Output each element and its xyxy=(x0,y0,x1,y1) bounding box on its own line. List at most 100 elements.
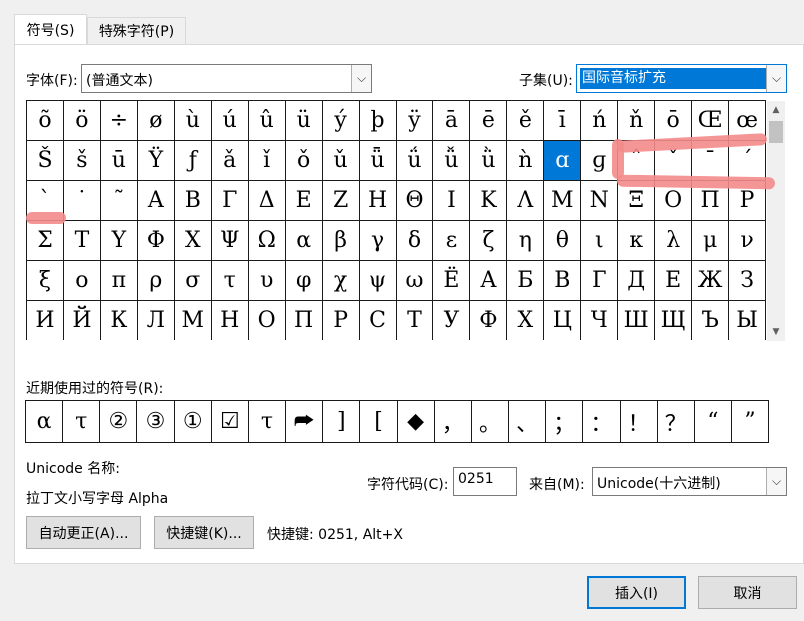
symbol-cell[interactable]: Λ xyxy=(507,181,545,221)
recent-symbol-cell[interactable]: ] xyxy=(323,401,361,442)
recent-symbol-cell[interactable]: “ xyxy=(695,401,732,442)
symbol-cell[interactable]: û xyxy=(248,101,286,141)
symbol-cell[interactable]: Ν xyxy=(581,181,619,221)
symbol-cell[interactable]: П xyxy=(286,301,323,340)
symbol-cell[interactable]: ξ xyxy=(27,261,64,301)
recent-symbol-cell[interactable]: ② xyxy=(100,401,138,442)
symbol-cell[interactable]: ǒ xyxy=(285,141,323,181)
insert-button[interactable]: 插入(I) xyxy=(587,576,686,609)
symbol-cell[interactable]: Ω xyxy=(248,221,286,261)
symbol-cell[interactable]: ζ xyxy=(470,221,508,261)
symbol-cell[interactable]: Л xyxy=(138,301,175,340)
symbol-cell[interactable]: β xyxy=(322,221,360,261)
tab-special-characters[interactable]: 特殊字符(P) xyxy=(87,17,186,44)
symbol-cell[interactable]: Μ xyxy=(544,181,582,221)
symbol-cell[interactable]: Р xyxy=(323,301,360,340)
symbol-cell[interactable]: Χ xyxy=(174,221,212,261)
symbol-cell[interactable]: Α xyxy=(137,181,175,221)
symbol-cell[interactable]: Е xyxy=(655,261,693,301)
recent-symbol-cell[interactable]: ” xyxy=(732,401,768,442)
recent-symbol-cell[interactable]: ？ xyxy=(658,401,695,442)
symbol-cell[interactable]: Х xyxy=(507,301,545,340)
symbol-cell[interactable]: ù xyxy=(174,101,212,141)
recent-symbol-cell[interactable]: ： xyxy=(583,401,621,442)
symbol-cell[interactable]: Ε xyxy=(285,181,323,221)
chevron-down-icon[interactable]: ⌵ xyxy=(766,468,786,495)
recent-symbol-cell[interactable]: ① xyxy=(175,401,212,442)
recent-symbol-cell[interactable]: 、 xyxy=(509,401,547,442)
symbol-cell[interactable]: В xyxy=(544,261,582,301)
symbol-cell[interactable]: ý xyxy=(322,101,360,141)
recent-symbol-cell[interactable]: τ xyxy=(63,401,101,442)
recent-symbol-cell[interactable]: ； xyxy=(546,401,584,442)
symbol-cell[interactable]: А xyxy=(470,261,508,301)
symbol-cell[interactable]: Υ xyxy=(100,221,138,261)
symbol-cell[interactable]: ō xyxy=(655,101,693,141)
symbol-cell[interactable]: ψ xyxy=(359,261,397,301)
symbol-cell[interactable]: У xyxy=(433,301,471,340)
symbol-cell[interactable]: μ xyxy=(692,221,730,261)
shortcut-key-button[interactable]: 快捷键(K)... xyxy=(154,516,254,549)
symbol-cell[interactable]: ǚ xyxy=(433,141,471,181)
symbol-cell[interactable]: π xyxy=(100,261,138,301)
symbol-cell[interactable]: М xyxy=(175,301,212,340)
scroll-up-icon[interactable]: ▲ xyxy=(767,101,785,119)
symbol-cell[interactable]: ī xyxy=(544,101,582,141)
symbol-cell[interactable]: λ xyxy=(655,221,693,261)
from-select[interactable]: Unicode(十六进制) ⌵ xyxy=(592,467,787,496)
tab-symbols[interactable]: 符号(S) xyxy=(14,14,87,45)
symbol-cell[interactable]: δ xyxy=(396,221,434,261)
symbol-cell[interactable]: Ψ xyxy=(211,221,249,261)
symbol-cell[interactable]: Б xyxy=(507,261,545,301)
symbol-cell[interactable]: ƒ xyxy=(174,141,212,181)
recent-symbol-cell[interactable]: ③ xyxy=(137,401,175,442)
recent-symbol-cell[interactable]: 。 xyxy=(472,401,510,442)
symbol-cell[interactable]: ǘ xyxy=(396,141,434,181)
recent-symbol-cell[interactable]: ☑ xyxy=(212,401,249,442)
symbol-cell[interactable]: θ xyxy=(544,221,582,261)
symbol-cell[interactable]: Σ xyxy=(27,221,64,261)
symbol-cell[interactable]: ø xyxy=(137,101,175,141)
symbol-cell[interactable]: α xyxy=(285,221,323,261)
symbol-cell[interactable]: К xyxy=(101,301,138,340)
symbol-cell[interactable]: Ф xyxy=(470,301,508,340)
symbol-cell[interactable]: С xyxy=(360,301,397,340)
symbol-cell[interactable]: þ xyxy=(359,101,397,141)
font-select[interactable]: (普通文本) ⌵ xyxy=(81,64,372,93)
symbol-cell[interactable]: ε xyxy=(433,221,471,261)
symbol-cell[interactable]: Θ xyxy=(396,181,434,221)
symbol-cell[interactable]: Β xyxy=(174,181,212,221)
symbol-cell[interactable]: ǹ xyxy=(507,141,545,181)
symbol-cell[interactable]: ǜ xyxy=(470,141,508,181)
symbol-cell[interactable]: Ч xyxy=(581,301,619,340)
symbol-cell[interactable]: ρ xyxy=(137,261,175,301)
symbol-cell[interactable]: Ι xyxy=(433,181,471,221)
symbol-cell[interactable]: κ xyxy=(618,221,656,261)
symbol-cell[interactable]: ÿ xyxy=(396,101,434,141)
symbol-cell[interactable]: ǔ xyxy=(322,141,360,181)
symbol-cell[interactable]: Ц xyxy=(544,301,582,340)
symbol-cell[interactable]: ň xyxy=(618,101,656,141)
symbol-cell[interactable]: Γ xyxy=(211,181,249,221)
autocorrect-button[interactable]: 自动更正(A)... xyxy=(26,516,141,549)
symbol-cell[interactable]: Ъ xyxy=(692,301,730,340)
symbol-cell[interactable]: υ xyxy=(248,261,286,301)
symbol-cell[interactable]: õ xyxy=(27,101,64,141)
symbol-cell[interactable]: Τ xyxy=(63,221,101,261)
symbol-cell[interactable]: З xyxy=(729,261,766,301)
symbol-cell[interactable]: ˙ xyxy=(63,181,101,221)
symbol-cell[interactable]: ι xyxy=(581,221,619,261)
cancel-button[interactable]: 取消 xyxy=(698,576,797,609)
chevron-down-icon[interactable]: ⌵ xyxy=(351,65,371,92)
recent-symbol-cell[interactable]: ◆ xyxy=(398,401,435,442)
symbol-cell[interactable]: ā xyxy=(433,101,471,141)
symbol-cell[interactable]: О xyxy=(249,301,286,340)
symbol-cell[interactable]: ǐ xyxy=(248,141,286,181)
symbol-cell[interactable]: Т xyxy=(397,301,434,340)
recent-symbol-cell[interactable]: ， xyxy=(435,401,472,442)
symbol-cell[interactable]: τ xyxy=(211,261,249,301)
symbol-cell[interactable]: Κ xyxy=(470,181,508,221)
symbol-cell[interactable]: Й xyxy=(64,301,101,340)
symbol-cell[interactable]: Δ xyxy=(248,181,286,221)
symbol-cell[interactable]: Д xyxy=(618,261,656,301)
